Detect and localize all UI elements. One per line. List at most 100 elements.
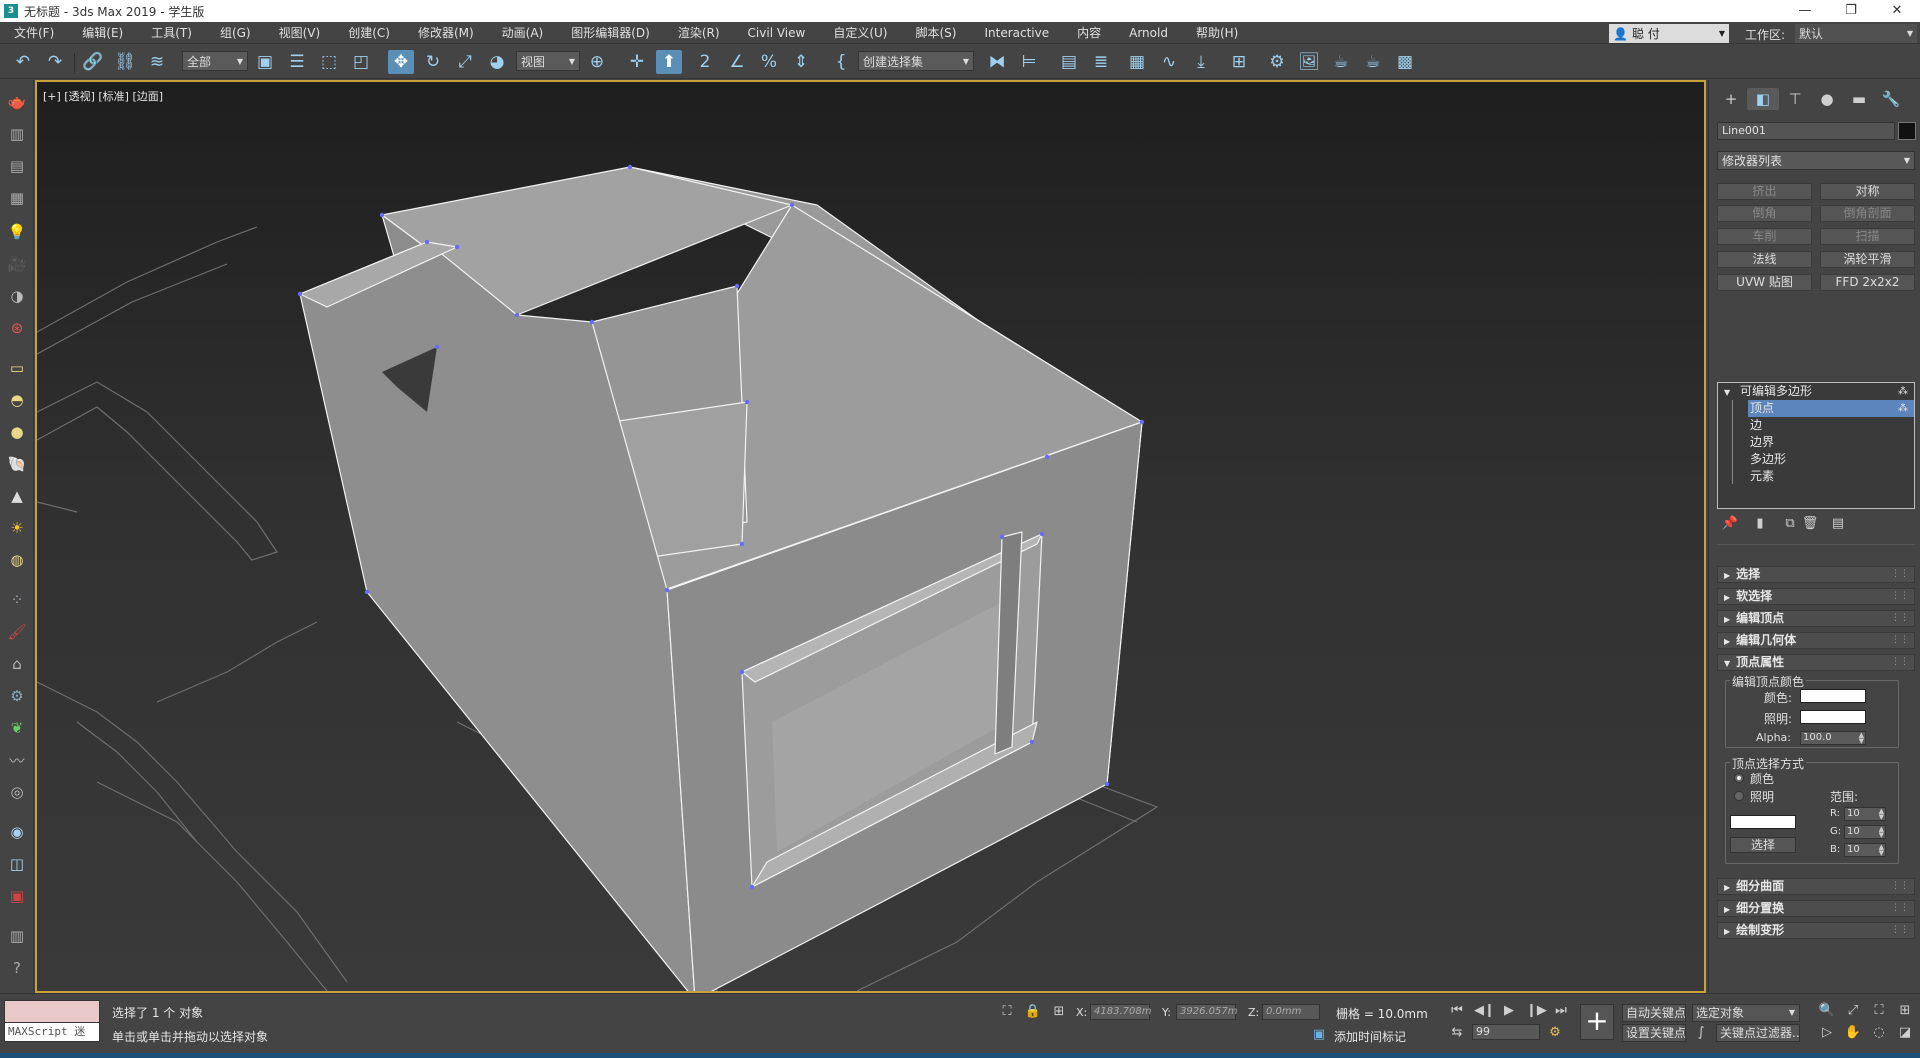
render-iterative-icon[interactable]: ☕ bbox=[1360, 50, 1386, 74]
modifier-button-lathe[interactable]: 车削 bbox=[1717, 228, 1812, 245]
menu-rendering[interactable]: 渲染(R) bbox=[664, 24, 734, 41]
display-tab-icon[interactable]: ▬ bbox=[1843, 88, 1875, 110]
snap-toggle-icon[interactable]: 2 bbox=[692, 50, 718, 74]
brush-icon[interactable]: 🖌 bbox=[5, 620, 29, 644]
lock-selection-icon[interactable]: 🔒 bbox=[1024, 1003, 1042, 1021]
modifier-button-uvw-map[interactable]: UVW 贴图 bbox=[1717, 274, 1812, 291]
time-config-icon[interactable]: ⚙ bbox=[1546, 1024, 1564, 1042]
time-tag-icon[interactable]: ▣ bbox=[1310, 1026, 1328, 1044]
stack-item-editable-poly[interactable]: ▼ 可编辑多边形 ⁂ bbox=[1718, 383, 1914, 400]
select-manipulate-icon[interactable]: ✛ bbox=[624, 50, 650, 74]
modifier-button-normal[interactable]: 法线 bbox=[1717, 251, 1812, 268]
absolute-mode-icon[interactable]: ⊞ bbox=[1050, 1003, 1068, 1021]
rollout-edit-vertices[interactable]: ▶ 编辑顶点 ⋮⋮ bbox=[1717, 610, 1915, 627]
material-sphere-icon[interactable]: ◉ bbox=[5, 820, 29, 844]
zoom-icon[interactable]: 🔍 bbox=[1818, 1002, 1836, 1020]
zoom-extents-all-icon[interactable]: ⊞ bbox=[1896, 1002, 1914, 1020]
hemisphere-icon[interactable]: ◓ bbox=[5, 388, 29, 412]
scene-explorer-icon[interactable]: ▤ bbox=[1056, 50, 1082, 74]
modifier-button-extrude[interactable]: 挤出 bbox=[1717, 183, 1812, 200]
toggle-ribbon-icon[interactable]: ▦ bbox=[1124, 50, 1150, 74]
modifier-pin-icon[interactable]: ⁂ bbox=[1898, 383, 1908, 400]
bone-icon[interactable]: ⌂ bbox=[5, 652, 29, 676]
rollout-subdivision-displacement[interactable]: ▶ 细分置换 ⋮⋮ bbox=[1717, 900, 1915, 917]
edit-named-selection-icon[interactable]: { bbox=[828, 50, 854, 74]
ref-coord-dropdown[interactable]: 视图 ▼ bbox=[516, 51, 580, 71]
help-icon[interactable]: ? bbox=[5, 956, 29, 980]
schematic-view-icon[interactable]: ⤓ bbox=[1188, 50, 1214, 74]
grid-panel-icon[interactable]: ▦ bbox=[5, 186, 29, 210]
minimize-button[interactable]: — bbox=[1782, 0, 1828, 22]
keyboard-shortcut-override-icon[interactable]: ⬆ bbox=[656, 50, 682, 74]
pin-stack-icon[interactable]: 📌 bbox=[1721, 515, 1739, 533]
render-in-cloud-icon[interactable]: ▩ bbox=[1392, 50, 1418, 74]
rect-selection-icon[interactable]: ⬚ bbox=[316, 50, 342, 74]
modifier-list-dropdown[interactable]: 修改器列表 ▼ bbox=[1717, 151, 1915, 170]
zoom-extents-icon[interactable]: ⛶ bbox=[1870, 1002, 1888, 1020]
particle-icon[interactable]: ⁘ bbox=[5, 588, 29, 612]
render-icon[interactable]: ◫ bbox=[5, 852, 29, 876]
workspace-dropdown[interactable]: 默认 ▼ bbox=[1795, 24, 1917, 43]
modify-tab-icon[interactable]: ◧ bbox=[1747, 88, 1779, 110]
select-scale-icon[interactable]: ⤢ bbox=[452, 50, 478, 74]
modifier-button-ffd[interactable]: FFD 2x2x2 bbox=[1820, 274, 1915, 291]
window-crossing-icon[interactable]: ◰ bbox=[348, 50, 374, 74]
render-frame-icon[interactable]: ▣ bbox=[5, 884, 29, 908]
close-button[interactable]: ✕ bbox=[1874, 0, 1920, 22]
zoom-all-icon[interactable]: ⤢ bbox=[1844, 1002, 1862, 1020]
g-range-spinner[interactable]: 10 ▲ ▼ bbox=[1844, 825, 1886, 839]
hair-fur-icon[interactable]: 〰 bbox=[5, 748, 29, 772]
space-warp-icon[interactable]: ⊛ bbox=[5, 316, 29, 340]
rollout-subdivision-surface[interactable]: ▶ 细分曲面 ⋮⋮ bbox=[1717, 878, 1915, 895]
key-target-dropdown[interactable]: 选定对象 ▼ bbox=[1692, 1004, 1800, 1022]
menu-scripting[interactable]: 脚本(S) bbox=[901, 24, 970, 41]
go-to-end-icon[interactable]: ⏭ bbox=[1552, 1002, 1570, 1020]
play-icon[interactable]: ▶ bbox=[1500, 1002, 1518, 1020]
named-selection-dropdown[interactable]: 创建选择集 ▼ bbox=[858, 51, 974, 71]
orbit-icon[interactable]: ◌ bbox=[1870, 1024, 1888, 1042]
rollout-soft-selection[interactable]: ▶ 软选择 ⋮⋮ bbox=[1717, 588, 1915, 605]
layer-explorer-icon[interactable]: ≣ bbox=[1088, 50, 1114, 74]
modifier-button-bevel[interactable]: 倒角 bbox=[1717, 205, 1812, 222]
material-editor-icon[interactable]: ⊞ bbox=[1226, 50, 1252, 74]
menu-group[interactable]: 组(G) bbox=[206, 24, 265, 41]
menu-civil-view[interactable]: Civil View bbox=[734, 26, 820, 40]
foliage-icon[interactable]: ❦ bbox=[5, 716, 29, 740]
spinner-arrows-icon[interactable]: ▲ ▼ bbox=[1879, 808, 1884, 821]
modifier-button-bevel-profile[interactable]: 倒角剖面 bbox=[1820, 205, 1915, 222]
angle-snap-icon[interactable]: ∠ bbox=[724, 50, 750, 74]
next-frame-icon[interactable]: ❙▶ bbox=[1526, 1002, 1547, 1020]
utilities-tab-icon[interactable]: 🔧 bbox=[1875, 88, 1907, 110]
alpha-spinner[interactable]: 100.0 ▲ ▼ bbox=[1800, 731, 1866, 745]
pan-view-icon[interactable]: ✋ bbox=[1844, 1024, 1862, 1042]
collapse-arrow-icon[interactable]: ▼ bbox=[1724, 388, 1730, 397]
box-icon[interactable]: ▥ bbox=[5, 122, 29, 146]
percent-snap-icon[interactable]: % bbox=[756, 50, 782, 74]
rollout-selection[interactable]: ▶ 选择 ⋮⋮ bbox=[1717, 566, 1915, 583]
bind-space-warp-icon[interactable]: ≋ bbox=[144, 50, 170, 74]
menu-create[interactable]: 创建(C) bbox=[334, 24, 404, 41]
sphere-icon[interactable]: ● bbox=[5, 420, 29, 444]
shell-icon[interactable]: 🐚 bbox=[5, 452, 29, 476]
menu-modifiers[interactable]: 修改器(M) bbox=[404, 24, 488, 41]
select-move-icon[interactable]: ✥ bbox=[388, 50, 414, 74]
key-filters-button[interactable]: 关键点过滤器... bbox=[1716, 1024, 1800, 1042]
object-color-swatch[interactable] bbox=[1898, 122, 1916, 140]
spinner-arrows-icon[interactable]: ▲ ▼ bbox=[1879, 826, 1884, 839]
modifier-button-sweep[interactable]: 扫描 bbox=[1820, 228, 1915, 245]
select-rotate-icon[interactable]: ↻ bbox=[420, 50, 446, 74]
current-frame-field[interactable]: 99 bbox=[1472, 1024, 1540, 1040]
spinner-arrows-icon[interactable]: ▲ ▼ bbox=[1879, 844, 1884, 857]
render-production-icon[interactable]: ☕ bbox=[1328, 50, 1354, 74]
pivot-center-icon[interactable]: ⊕ bbox=[584, 50, 610, 74]
selection-filter-dropdown[interactable]: 全部 ▼ bbox=[182, 51, 248, 71]
make-unique-icon[interactable]: ⧉ bbox=[1781, 515, 1799, 533]
set-key-icon[interactable]: + bbox=[1580, 1004, 1614, 1040]
auto-key-button[interactable]: 自动关键点 bbox=[1622, 1004, 1686, 1022]
plane-icon[interactable]: ▭ bbox=[5, 356, 29, 380]
x-coord-field[interactable]: 4183.708m bbox=[1090, 1004, 1151, 1020]
y-coord-field[interactable]: 3926.057m bbox=[1176, 1004, 1237, 1020]
object-name-field[interactable]: Line001 bbox=[1717, 122, 1895, 140]
stack-item-edge[interactable]: 边 bbox=[1748, 417, 1914, 434]
add-time-tag[interactable]: 添加时间标记 bbox=[1334, 1028, 1406, 1045]
